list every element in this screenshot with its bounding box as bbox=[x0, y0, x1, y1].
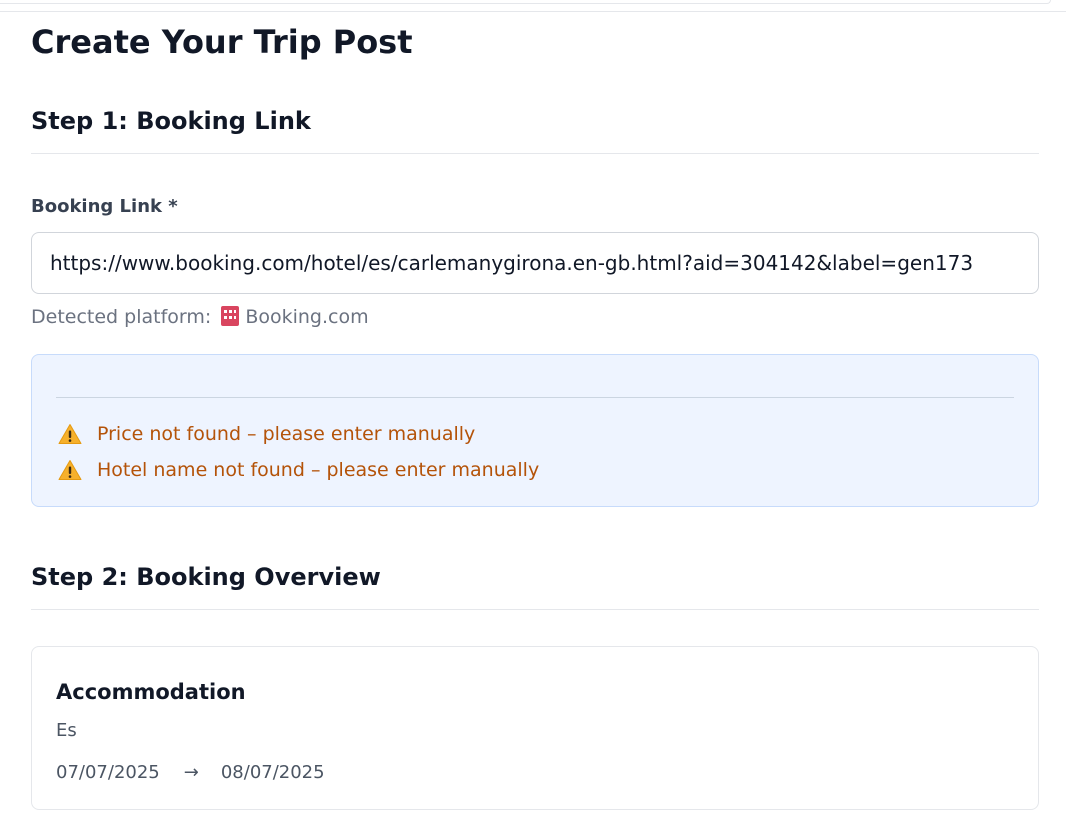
warning-icon bbox=[58, 460, 82, 480]
step2-heading: Step 2: Booking Overview bbox=[31, 563, 381, 591]
booking-link-input[interactable] bbox=[31, 232, 1039, 294]
accommodation-card: Accommodation Es 07/07/2025 → 08/07/2025 bbox=[31, 646, 1039, 810]
booking-link-label: Booking Link * bbox=[31, 196, 178, 217]
hotel-icon bbox=[221, 306, 240, 326]
detected-platform-prefix: Detected platform: bbox=[31, 306, 212, 328]
warning-item: Price not found – please enter manually bbox=[58, 421, 475, 447]
arrow-right-icon: → bbox=[183, 762, 199, 783]
card-location: Es bbox=[56, 720, 77, 741]
top-scroll-strip bbox=[0, 0, 1051, 4]
check-out-date: 08/07/2025 bbox=[220, 762, 325, 783]
step2-divider bbox=[31, 609, 1039, 610]
page-title: Create Your Trip Post bbox=[31, 23, 413, 61]
check-in-date: 07/07/2025 bbox=[56, 762, 160, 783]
card-dates: 07/07/2025 → 08/07/2025 bbox=[56, 760, 325, 786]
step1-divider bbox=[31, 153, 1039, 154]
warning-icon bbox=[58, 424, 82, 444]
detected-platform: Detected platform: Booking.com bbox=[31, 304, 369, 330]
top-divider bbox=[0, 11, 1066, 12]
step1-heading: Step 1: Booking Link bbox=[31, 107, 311, 135]
warning-item: Hotel name not found – please enter manu… bbox=[58, 457, 539, 483]
warning-text: Hotel name not found – please enter manu… bbox=[97, 459, 540, 481]
warning-text: Price not found – please enter manually bbox=[97, 423, 476, 445]
parse-warnings-panel: Price not found – please enter manually … bbox=[31, 354, 1039, 507]
card-title: Accommodation bbox=[56, 680, 246, 704]
detected-platform-name: Booking.com bbox=[245, 306, 369, 328]
panel-divider bbox=[56, 397, 1014, 398]
